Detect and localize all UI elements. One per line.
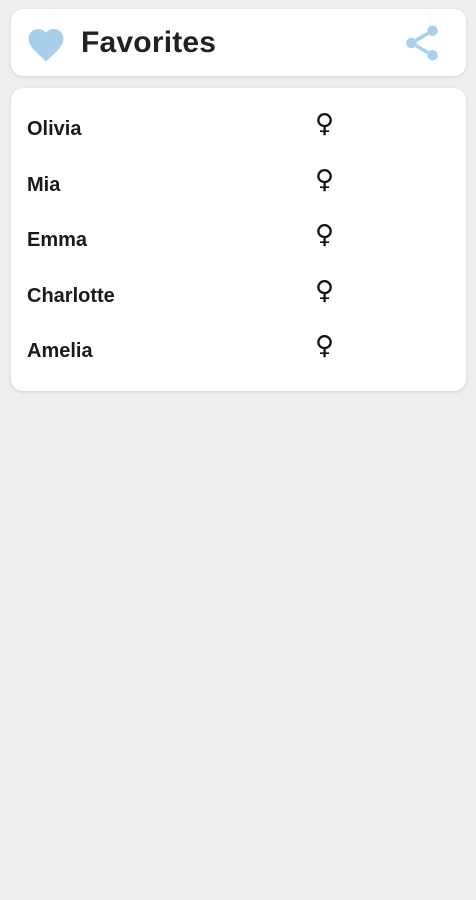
- female-icon: ♀: [315, 275, 335, 306]
- name-label: Amelia: [27, 340, 93, 362]
- heart-icon[interactable]: [25, 23, 67, 63]
- name-label: Charlotte: [27, 284, 115, 307]
- list-item[interactable]: Olivia ♀: [11, 102, 466, 158]
- name-label: Olivia: [27, 118, 82, 140]
- favorites-list: Olivia ♀ Mia ♀ Emma ♀ Charlotte ♀ Amelia…: [11, 88, 466, 391]
- list-item[interactable]: Amelia ♀: [11, 324, 466, 380]
- name-label: Emma: [27, 229, 88, 251]
- female-icon: ♀: [315, 220, 335, 250]
- name-label: Mia: [27, 173, 61, 196]
- page-title: Favorites: [81, 26, 217, 59]
- female-icon: ♀: [315, 109, 335, 139]
- app-header: Favorites: [11, 9, 466, 76]
- female-icon: ♀: [315, 331, 335, 361]
- list-item[interactable]: Mia ♀: [11, 158, 466, 214]
- list-item[interactable]: Charlotte ♀: [11, 269, 466, 325]
- list-item[interactable]: Emma ♀: [11, 213, 466, 269]
- female-icon: ♀: [315, 164, 335, 195]
- share-icon[interactable]: [401, 22, 443, 64]
